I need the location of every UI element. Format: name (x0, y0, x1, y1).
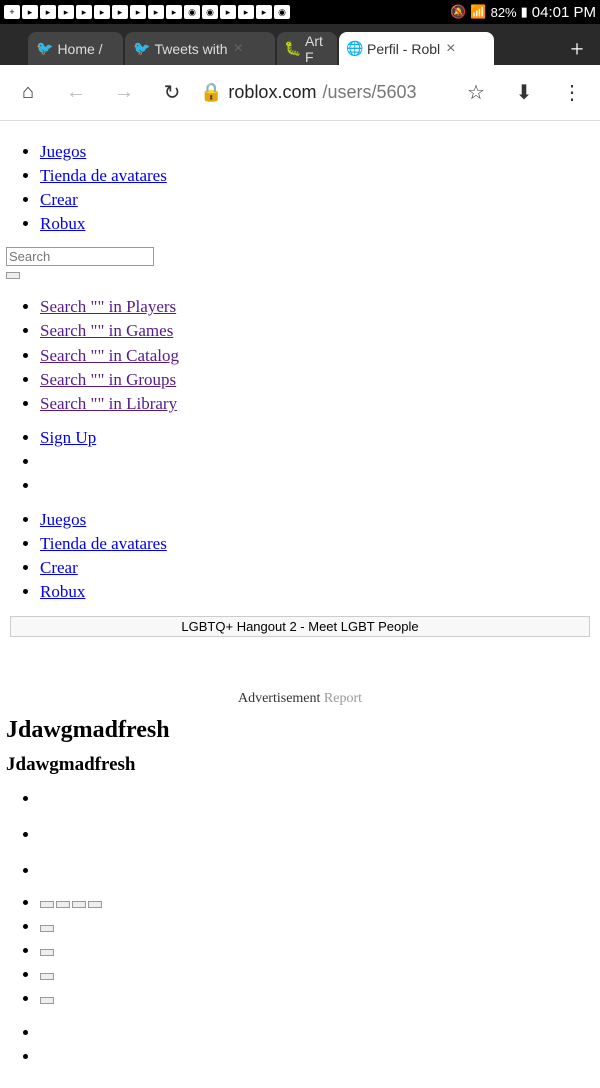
action-button[interactable] (40, 997, 54, 1004)
nav-crear[interactable]: Crear (40, 190, 78, 209)
search-games[interactable]: Search "" in Games (40, 321, 173, 340)
browser-nav-bar: ⌂ ← → ↻ 🔒 roblox.com/users/5603 ☆ ⬇ ⋮ (0, 65, 600, 121)
profile-subheading: Jdawgmadfresh (6, 754, 594, 776)
globe-icon: 🌐 (347, 41, 363, 57)
tab-label: Tweets with (154, 41, 227, 57)
url-bar[interactable]: 🔒 roblox.com/users/5603 (200, 82, 448, 103)
home-button[interactable]: ⌂ (8, 73, 48, 113)
list-item (40, 475, 600, 497)
battery-icon: ▮ (521, 4, 528, 20)
page-content: Juegos Tienda de avatares Crear Robux Se… (0, 121, 600, 1088)
search-input[interactable] (6, 247, 154, 266)
action-button[interactable] (88, 901, 102, 908)
status-notification-icons: +▸▸▸▸▸▸▸▸▸◉◉▸▸▸◉ (4, 5, 450, 19)
ad-label: Advertisement (238, 691, 320, 706)
bug-icon: 🐛 (285, 41, 301, 57)
url-path: /users/5603 (322, 82, 416, 103)
list-item (40, 892, 600, 914)
ad-report-link[interactable]: Report (324, 691, 362, 706)
tab-label: Home / (57, 41, 102, 57)
reload-button[interactable]: ↻ (152, 73, 192, 113)
profile-details-list (0, 788, 600, 882)
list-item (40, 964, 600, 986)
signup-link[interactable]: Sign Up (40, 428, 96, 447)
twitter-icon: 🐦 (133, 40, 150, 57)
tab-tweets[interactable]: 🐦 Tweets with × (125, 32, 275, 65)
menu-button[interactable]: ⋮ (552, 73, 592, 113)
list-item (40, 988, 600, 1010)
browser-tab-strip: 🐦 Home / 🐦 Tweets with × 🐛 Art F 🌐 Perfi… (0, 24, 600, 65)
list-item (40, 788, 600, 810)
mute-icon: 🔕 (450, 4, 466, 20)
tab-home[interactable]: 🐦 Home / (28, 32, 123, 65)
close-icon[interactable]: × (446, 40, 455, 58)
wifi-icon: 📶 (470, 4, 486, 20)
new-tab-button[interactable]: + (562, 35, 592, 65)
close-icon[interactable]: × (234, 40, 243, 58)
profile-actions-list (0, 892, 600, 1010)
nav-tienda[interactable]: Tienda de avatares (40, 534, 167, 553)
action-button[interactable] (40, 973, 54, 980)
list-item (40, 916, 600, 938)
nav-crear[interactable]: Crear (40, 558, 78, 577)
nav-list-primary: Juegos Tienda de avatares Crear Robux (0, 141, 600, 235)
forward-button[interactable]: → (104, 73, 144, 113)
search-suggestions-list: Search "" in Players Search "" in Games … (0, 296, 600, 414)
list-item (40, 824, 600, 846)
list-item (40, 940, 600, 962)
action-button[interactable] (56, 901, 70, 908)
nav-juegos[interactable]: Juegos (40, 142, 86, 161)
action-button[interactable] (72, 901, 86, 908)
twitter-icon: 🐦 (36, 40, 53, 57)
tab-perfil[interactable]: 🌐 Perfil - Robl × (339, 32, 494, 65)
search-groups[interactable]: Search "" in Groups (40, 370, 176, 389)
nav-robux[interactable]: Robux (40, 214, 85, 233)
back-button[interactable]: ← (56, 73, 96, 113)
tab-label: Perfil - Robl (367, 41, 440, 57)
action-button[interactable] (40, 901, 54, 908)
search-submit-button[interactable] (6, 272, 20, 279)
nav-juegos[interactable]: Juegos (40, 510, 86, 529)
nav-list-secondary: Juegos Tienda de avatares Crear Robux (0, 509, 600, 603)
ad-label-row: Advertisement Report (0, 691, 600, 707)
url-domain: roblox.com (228, 82, 316, 103)
download-button[interactable]: ⬇ (504, 73, 544, 113)
ad-banner[interactable]: LGBTQ+ Hangout 2 - Meet LGBT People (10, 616, 590, 637)
status-right: 🔕 📶 82% ▮ 04:01 PM (450, 4, 596, 21)
clock: 04:01 PM (532, 4, 596, 21)
list-item (40, 1022, 600, 1044)
profile-heading: Jdawgmadfresh (6, 717, 594, 744)
search-catalog[interactable]: Search "" in Catalog (40, 346, 179, 365)
action-button[interactable] (40, 949, 54, 956)
android-status-bar: +▸▸▸▸▸▸▸▸▸◉◉▸▸▸◉ 🔕 📶 82% ▮ 04:01 PM (0, 0, 600, 24)
list-item (40, 860, 600, 882)
action-button[interactable] (40, 925, 54, 932)
battery-percent: 82% (491, 5, 517, 20)
auth-list: Sign Up (0, 427, 600, 497)
search-library[interactable]: Search "" in Library (40, 394, 177, 413)
search-players[interactable]: Search "" in Players (40, 297, 176, 316)
bookmark-button[interactable]: ☆ (456, 73, 496, 113)
tab-art[interactable]: 🐛 Art F (277, 32, 337, 65)
tab-label: Art F (305, 33, 329, 65)
profile-extra-list (0, 1022, 600, 1068)
list-item (40, 1046, 600, 1068)
nav-robux[interactable]: Robux (40, 582, 85, 601)
lock-icon: 🔒 (200, 82, 222, 103)
nav-tienda[interactable]: Tienda de avatares (40, 166, 167, 185)
list-item (40, 451, 600, 473)
